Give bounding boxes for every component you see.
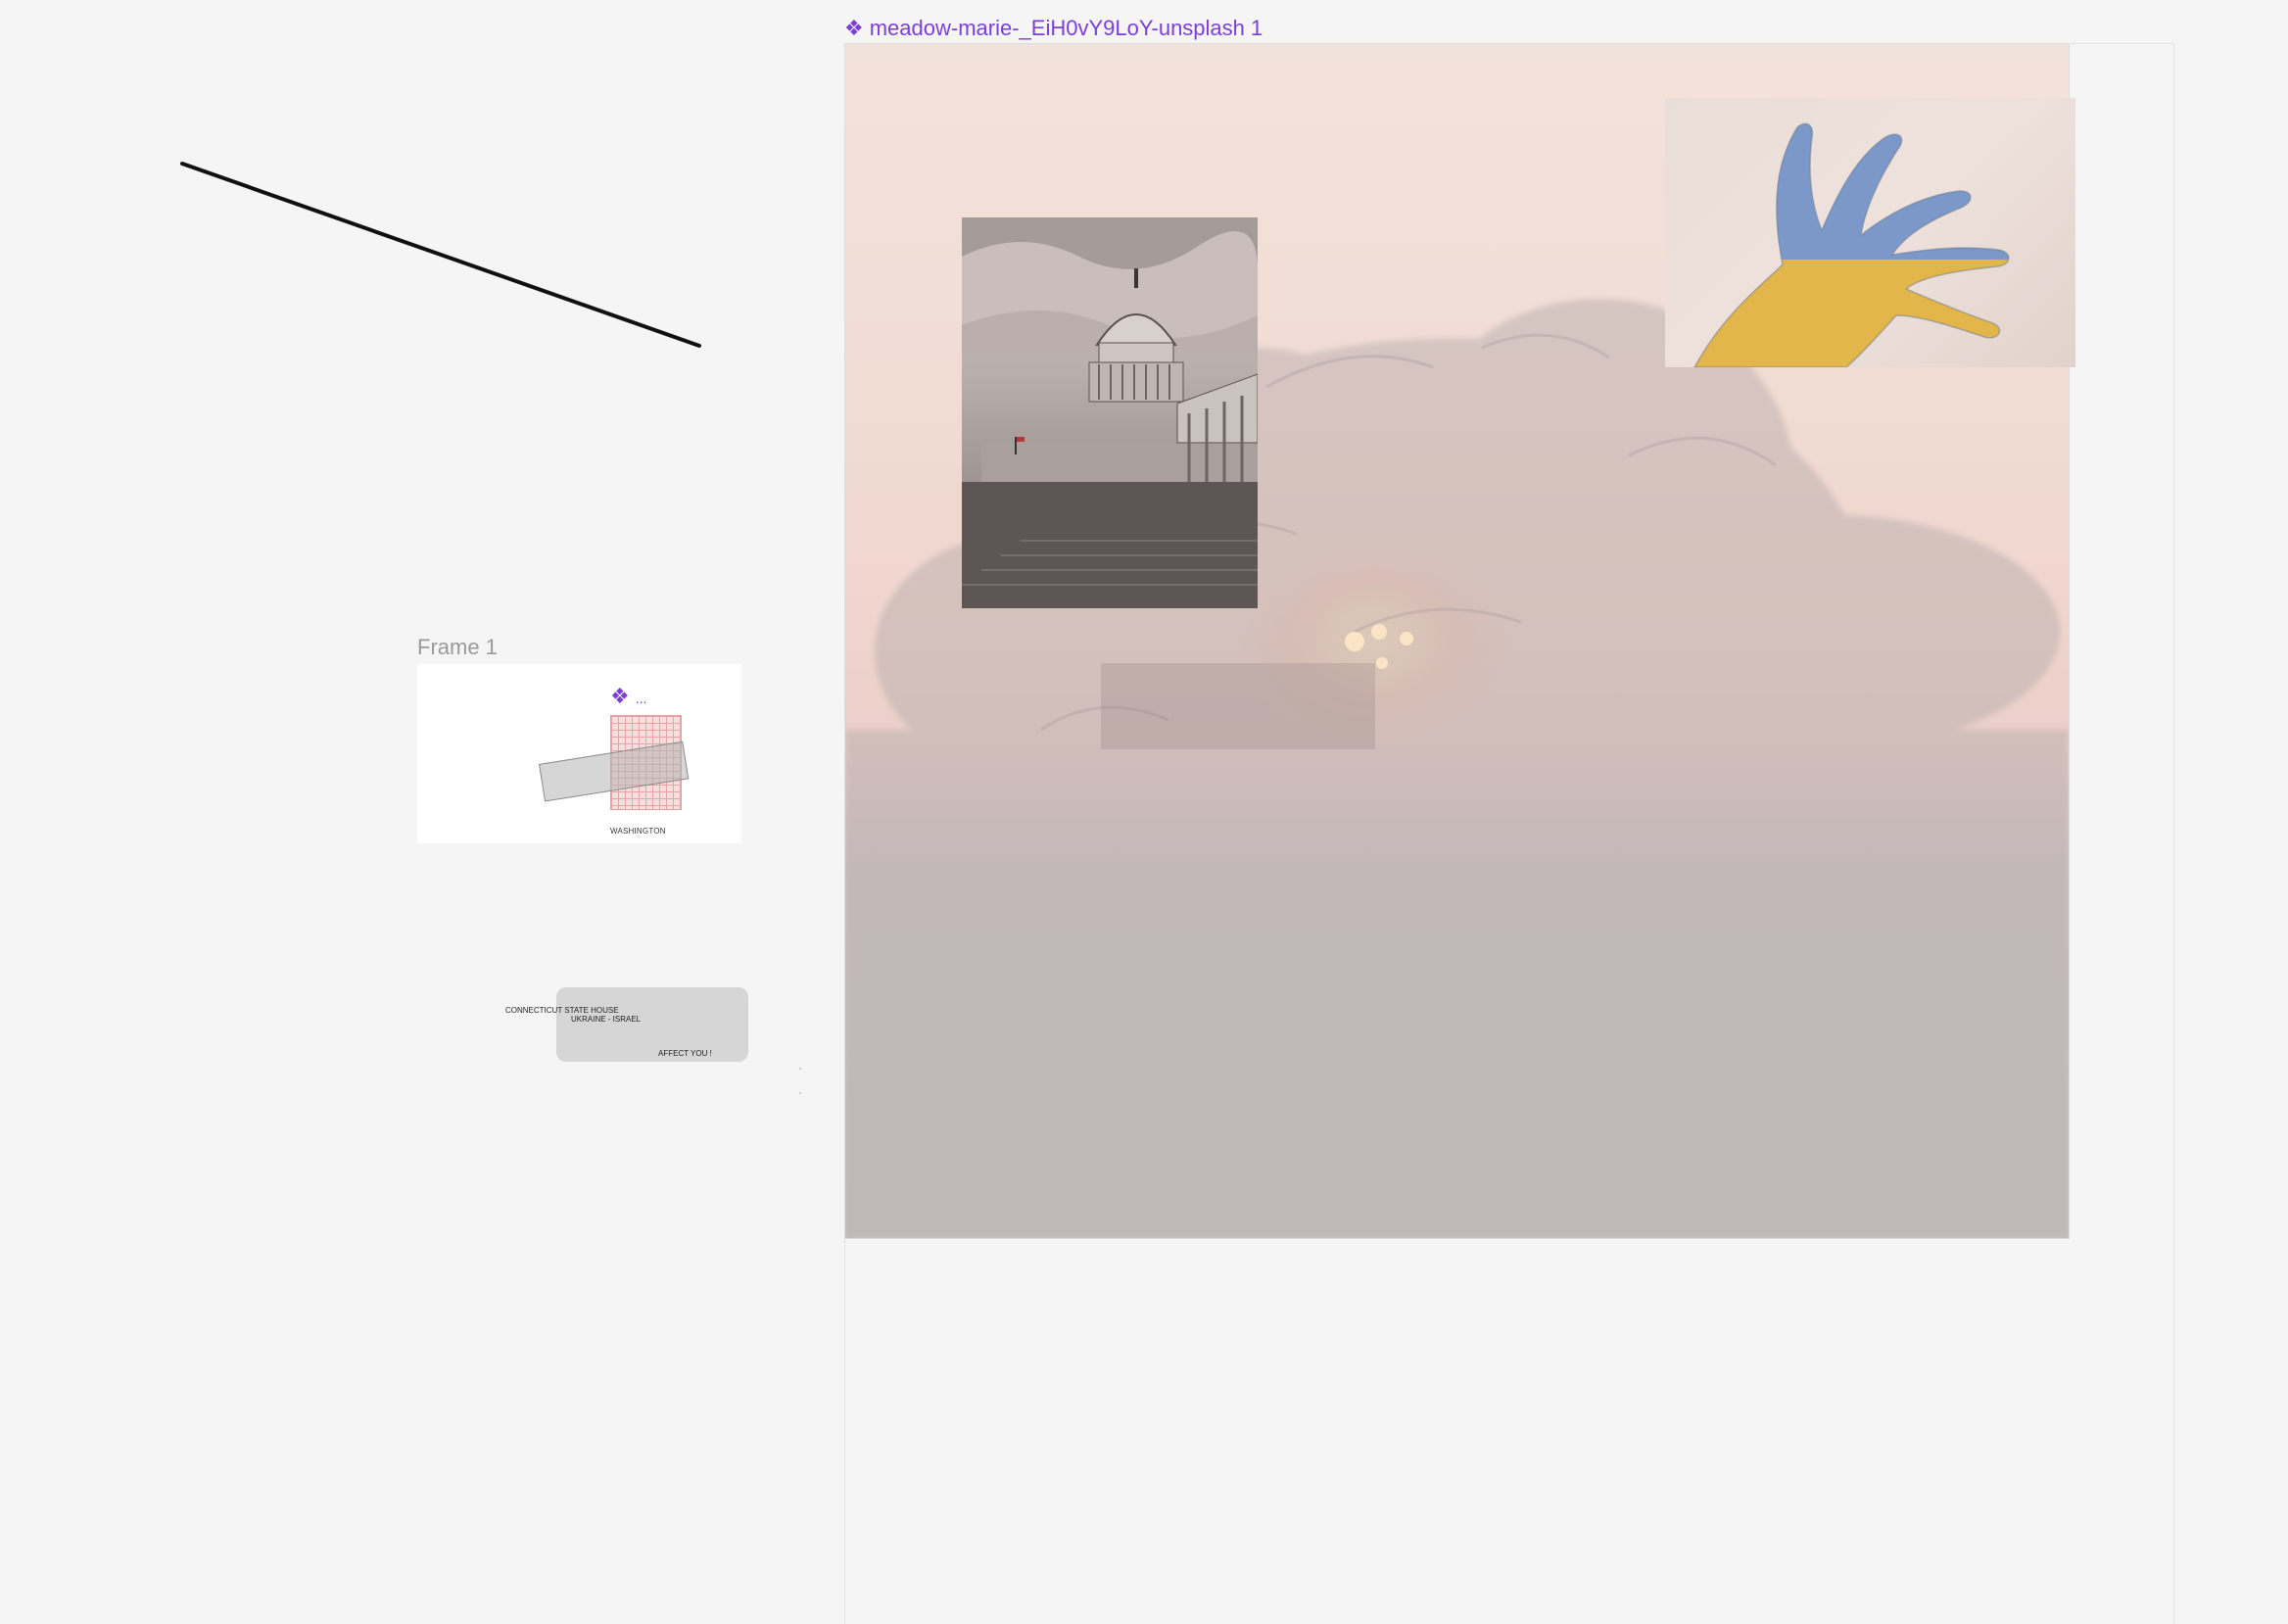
stray-mark[interactable]	[799, 1068, 801, 1070]
card-text-affect[interactable]: AFFECT YOU !	[658, 1049, 712, 1058]
text-card[interactable]	[556, 987, 748, 1062]
frame1-component-ellipsis: ...	[635, 691, 647, 706]
capitol-building-photo[interactable]	[962, 217, 1258, 608]
component-icon: ❖	[610, 684, 630, 708]
hand-illustration	[1693, 122, 2010, 367]
component-name: meadow-marie-_EiH0vY9LoY-unsplash 1	[869, 16, 1263, 40]
component-icon: ❖	[844, 16, 864, 40]
component-frame-label[interactable]: ❖ meadow-marie-_EiH0vY9LoY-unsplash 1	[844, 14, 1263, 43]
card-text-ukraine[interactable]: UKRAINE - ISRAEL	[571, 1015, 641, 1024]
frame1-title[interactable]: Frame 1	[417, 635, 498, 660]
overlay-rectangle[interactable]	[1101, 663, 1375, 749]
capitol-illustration	[962, 217, 1258, 608]
frame1-component-label[interactable]: ❖ ...	[610, 686, 647, 709]
frame1[interactable]: ❖ ... WASHINGTON	[417, 664, 741, 843]
ukraine-flag-hand-photo[interactable]	[1665, 98, 2075, 367]
frame1-caption: WASHINGTON	[610, 827, 666, 836]
stray-mark[interactable]	[799, 1092, 801, 1094]
card-text-connecticut[interactable]: CONNECTICUT STATE HOUSE	[505, 1006, 619, 1015]
